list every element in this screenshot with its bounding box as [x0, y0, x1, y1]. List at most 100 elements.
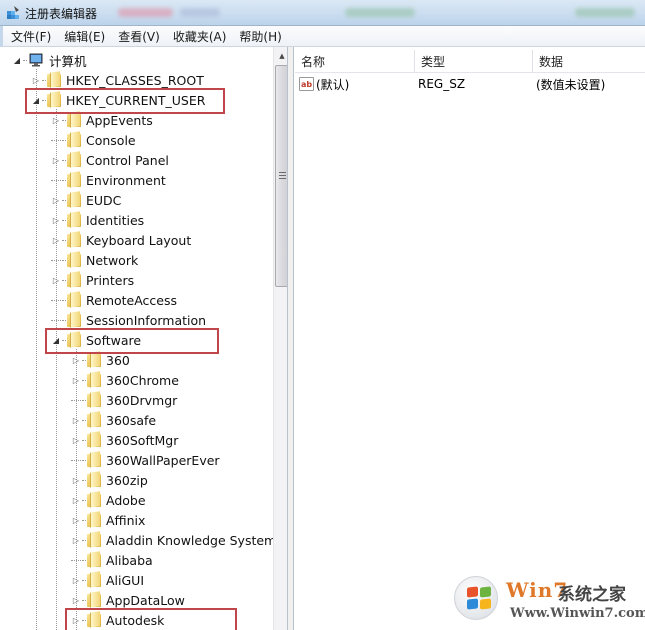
- tree-label: 360safe: [106, 412, 157, 428]
- tree-node[interactable]: ▷ AppDataLow: [71, 590, 185, 610]
- value-row[interactable]: ab (默认) REG_SZ (数值未设置): [299, 74, 639, 94]
- tree-node[interactable]: 360WallPaperEver: [71, 450, 220, 470]
- tree-root-computer[interactable]: ◢ 计算机: [12, 50, 87, 70]
- expand-arrow-icon[interactable]: ▷: [71, 495, 81, 505]
- tree-node[interactable]: RemoteAccess: [51, 290, 177, 310]
- tree-connector: [62, 299, 66, 301]
- expand-arrow-icon[interactable]: ▷: [71, 595, 81, 605]
- expand-arrow-icon[interactable]: ▷: [71, 355, 81, 365]
- folder-icon: [67, 152, 81, 168]
- folder-icon: [87, 372, 101, 388]
- tree-label: 360SoftMgr: [106, 432, 179, 448]
- tree-connector: [62, 159, 66, 161]
- tree-node[interactable]: Alibaba: [71, 550, 153, 570]
- tree-connector: [82, 539, 86, 541]
- tree-node[interactable]: ▷ 360zip: [71, 470, 148, 490]
- tree-connector: [82, 599, 86, 601]
- tree-node[interactable]: ▷ Identities: [51, 210, 144, 230]
- registry-editor-icon: [7, 6, 19, 19]
- expand-arrow-icon[interactable]: ▷: [71, 535, 81, 545]
- tree-node[interactable]: ▷ 360safe: [71, 410, 156, 430]
- expand-arrow-icon[interactable]: ▷: [71, 415, 81, 425]
- blurred-taskbar-item: [180, 8, 220, 17]
- expand-arrow-icon[interactable]: ▷: [71, 615, 81, 625]
- tree-node[interactable]: ▷ Aladdin Knowledge Systems: [71, 530, 283, 550]
- tree-node[interactable]: ▷ HKEY_CLASSES_ROOT: [31, 70, 204, 90]
- expand-arrow-icon[interactable]: ▷: [51, 195, 61, 205]
- tree-node[interactable]: ▷ AppEvents: [51, 110, 153, 130]
- tree-node[interactable]: Network: [51, 250, 138, 270]
- tree-node[interactable]: ▷ 360Chrome: [71, 370, 179, 390]
- column-header-name[interactable]: 名称: [295, 50, 415, 72]
- scroll-thumb[interactable]: [275, 65, 287, 287]
- tree-node[interactable]: ▷ AliGUI: [71, 570, 144, 590]
- tree-connector: [82, 579, 86, 581]
- expand-arrow-icon[interactable]: ▷: [71, 515, 81, 525]
- registry-tree[interactable]: ◢ 计算机 ▷ HKEY_CLASSES_ROOT ◢ HKEY_CURRENT_US…: [3, 47, 288, 630]
- tree-label: Software: [86, 332, 142, 348]
- tree-connector: [23, 59, 27, 61]
- tree-connector: [82, 459, 86, 461]
- tree-node[interactable]: ◢ Software: [51, 330, 141, 350]
- folder-icon: [67, 332, 81, 348]
- folder-icon: [87, 472, 101, 488]
- tree-node[interactable]: ▷ Keyboard Layout: [51, 230, 191, 250]
- folder-icon: [67, 312, 81, 328]
- folder-icon: [87, 552, 101, 568]
- tree-connector: [62, 199, 66, 201]
- values-list[interactable]: 名称 类型 数据 ab (默认) REG_SZ (数值未设置): [295, 47, 645, 630]
- windows-logo-icon: [454, 576, 498, 620]
- tree-label: RemoteAccess: [86, 292, 178, 308]
- tree-node[interactable]: ▷ 360: [71, 350, 130, 370]
- expand-arrow-icon[interactable]: ▷: [51, 275, 61, 285]
- menu-bar: 文件(F) 编辑(E) 查看(V) 收藏夹(A) 帮助(H): [0, 26, 645, 47]
- expand-arrow-icon[interactable]: ▷: [71, 475, 81, 485]
- tree-node[interactable]: ▷ Affinix: [71, 510, 146, 530]
- tree-node[interactable]: ◢ HKEY_CURRENT_USER: [31, 90, 206, 110]
- tree-connector: [62, 219, 66, 221]
- tree-connector: [42, 99, 46, 101]
- expand-arrow-icon[interactable]: ▷: [71, 435, 81, 445]
- tree-connector: [82, 519, 86, 521]
- menu-file[interactable]: 文件(F): [6, 28, 56, 45]
- tree-connector: [71, 460, 81, 461]
- tree-node[interactable]: ▷ 360SoftMgr: [71, 430, 178, 450]
- folder-icon: [67, 232, 81, 248]
- column-header-data[interactable]: 数据: [533, 50, 645, 72]
- tree-node[interactable]: ▷ Autodesk: [71, 610, 164, 630]
- expand-arrow-icon[interactable]: ▷: [71, 575, 81, 585]
- folder-icon: [87, 392, 101, 408]
- expand-arrow-icon[interactable]: ▷: [51, 215, 61, 225]
- expand-arrow-icon[interactable]: ▷: [51, 155, 61, 165]
- scroll-up-arrow-icon[interactable]: ▲: [274, 47, 287, 64]
- folder-icon: [47, 92, 61, 108]
- collapse-arrow-icon[interactable]: ◢: [31, 95, 41, 105]
- menu-favorites[interactable]: 收藏夹(A): [168, 28, 232, 45]
- pane-splitter[interactable]: [288, 47, 294, 630]
- menu-view[interactable]: 查看(V): [113, 28, 165, 45]
- collapse-arrow-icon[interactable]: ◢: [12, 55, 22, 65]
- tree-label: EUDC: [86, 192, 122, 208]
- tree-label: HKEY_CLASSES_ROOT: [66, 72, 204, 88]
- expand-arrow-icon[interactable]: ▷: [51, 235, 61, 245]
- expand-arrow-icon[interactable]: ▷: [51, 115, 61, 125]
- collapse-arrow-icon[interactable]: ◢: [51, 335, 61, 345]
- menu-help[interactable]: 帮助(H): [234, 28, 286, 45]
- expand-arrow-icon[interactable]: ▷: [71, 375, 81, 385]
- tree-node[interactable]: ▷ Adobe: [71, 490, 146, 510]
- column-header-type[interactable]: 类型: [415, 50, 533, 72]
- tree-label: Adobe: [106, 492, 146, 508]
- tree-node[interactable]: ▷ EUDC: [51, 190, 121, 210]
- folder-icon: [87, 412, 101, 428]
- tree-node[interactable]: ▷ Printers: [51, 270, 134, 290]
- tree-scrollbar[interactable]: ▲: [273, 47, 287, 630]
- tree-node[interactable]: Environment: [51, 170, 166, 190]
- tree-node[interactable]: SessionInformation: [51, 310, 206, 330]
- menu-edit[interactable]: 编辑(E): [59, 28, 110, 45]
- tree-node[interactable]: Console: [51, 130, 136, 150]
- tree-node[interactable]: ▷ Control Panel: [51, 150, 169, 170]
- tree-node[interactable]: 360Drvmgr: [71, 390, 177, 410]
- tree-connector: [82, 619, 86, 621]
- tree-label: 360: [106, 352, 130, 368]
- expand-arrow-icon[interactable]: ▷: [31, 75, 41, 85]
